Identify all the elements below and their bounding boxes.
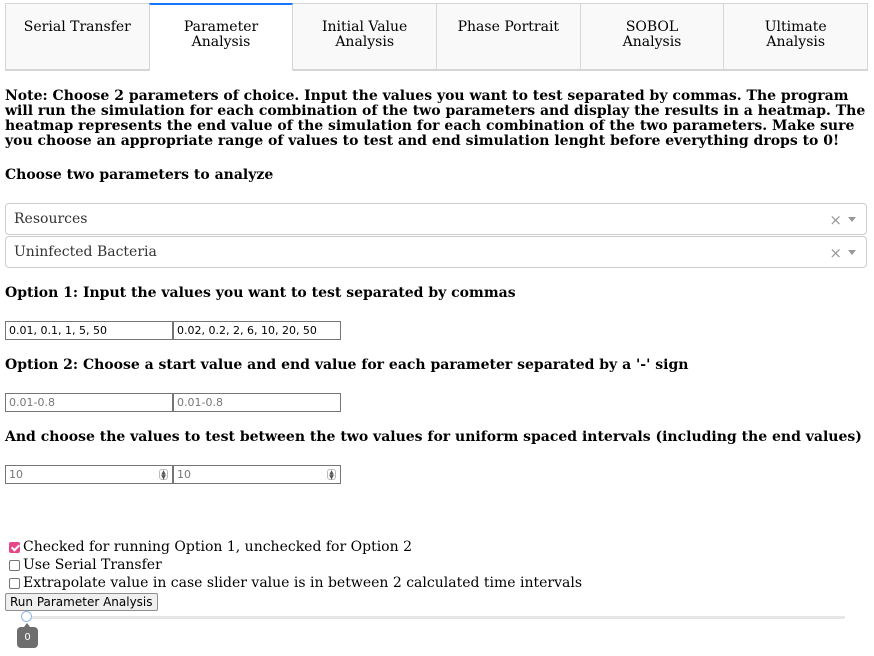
tab-serial-transfer[interactable]: Serial Transfer: [5, 3, 150, 70]
parameter-1-value: Resources: [14, 211, 88, 227]
spinner-arrows-icon[interactable]: ▲ ▼: [327, 469, 336, 481]
parameter-1-intervals-value: 10: [9, 468, 23, 481]
tab-ultimate-analysis[interactable]: Ultimate Analysis: [723, 3, 869, 70]
clear-icon[interactable]: ×: [829, 211, 842, 229]
parameter-1-dropdown[interactable]: Resources ×: [5, 203, 867, 235]
parameter-2-intervals-value: 10: [177, 468, 191, 481]
instructions-note: Note: Choose 2 parameters of choice. Inp…: [5, 88, 866, 149]
parameter-1-values-input[interactable]: [5, 321, 173, 340]
parameter-2-values-input[interactable]: [173, 321, 341, 340]
clear-icon[interactable]: ×: [829, 244, 842, 262]
extrapolate-checkbox[interactable]: [9, 577, 20, 589]
tab-phase-portrait[interactable]: Phase Portrait: [436, 3, 581, 70]
option-2-label: Option 2: Choose a start value and end v…: [5, 357, 689, 373]
tab-bar: Serial Transfer Parameter Analysis Initi…: [5, 3, 869, 71]
tab-label: Phase Portrait: [457, 19, 560, 35]
tab-label: SOBOL Analysis: [622, 19, 682, 50]
parameter-2-range-input[interactable]: [173, 393, 341, 412]
parameter-2-dropdown[interactable]: Uninfected Bacteria ×: [5, 236, 867, 268]
tab-label: Initial Value Analysis: [321, 19, 408, 50]
tab-label: Ultimate Analysis: [764, 19, 827, 50]
run-parameter-analysis-button[interactable]: Run Parameter Analysis: [5, 593, 158, 611]
parameter-2-value: Uninfected Bacteria: [14, 244, 157, 260]
tab-initial-value-analysis[interactable]: Initial Value Analysis: [292, 3, 438, 70]
option-1-checkbox-row[interactable]: Checked for running Option 1, unchecked …: [9, 539, 412, 555]
intervals-label: And choose the values to test between th…: [5, 429, 862, 445]
option-1-checkbox[interactable]: [9, 541, 20, 553]
parameter-2-intervals-input[interactable]: 10 ▲ ▼: [173, 465, 341, 484]
spinner-arrows-icon[interactable]: ▲ ▼: [159, 469, 168, 481]
choose-parameters-label: Choose two parameters to analyze: [5, 167, 274, 183]
serial-transfer-checkbox-label: Use Serial Transfer: [23, 557, 162, 573]
serial-transfer-checkbox-row[interactable]: Use Serial Transfer: [9, 557, 162, 573]
time-slider-value-tooltip: 0: [17, 623, 38, 648]
time-slider-track[interactable]: [27, 616, 845, 619]
serial-transfer-checkbox[interactable]: [9, 559, 20, 571]
chevron-down-icon[interactable]: [848, 217, 856, 222]
extrapolate-checkbox-row[interactable]: Extrapolate value in case slider value i…: [9, 575, 582, 591]
tab-sobol-analysis[interactable]: SOBOL Analysis: [579, 3, 725, 70]
extrapolate-checkbox-label: Extrapolate value in case slider value i…: [23, 575, 583, 591]
time-slider-handle[interactable]: [21, 611, 32, 622]
parameter-1-range-input[interactable]: [5, 393, 173, 412]
tab-parameter-analysis[interactable]: Parameter Analysis: [148, 3, 294, 71]
option-1-label: Option 1: Input the values you want to t…: [5, 285, 516, 301]
chevron-down-icon[interactable]: [848, 250, 856, 255]
option-1-checkbox-label: Checked for running Option 1, unchecked …: [23, 539, 412, 555]
tab-label: Serial Transfer: [23, 19, 131, 35]
parameter-1-intervals-input[interactable]: 10 ▲ ▼: [5, 465, 173, 484]
tab-label: Parameter Analysis: [183, 19, 259, 50]
